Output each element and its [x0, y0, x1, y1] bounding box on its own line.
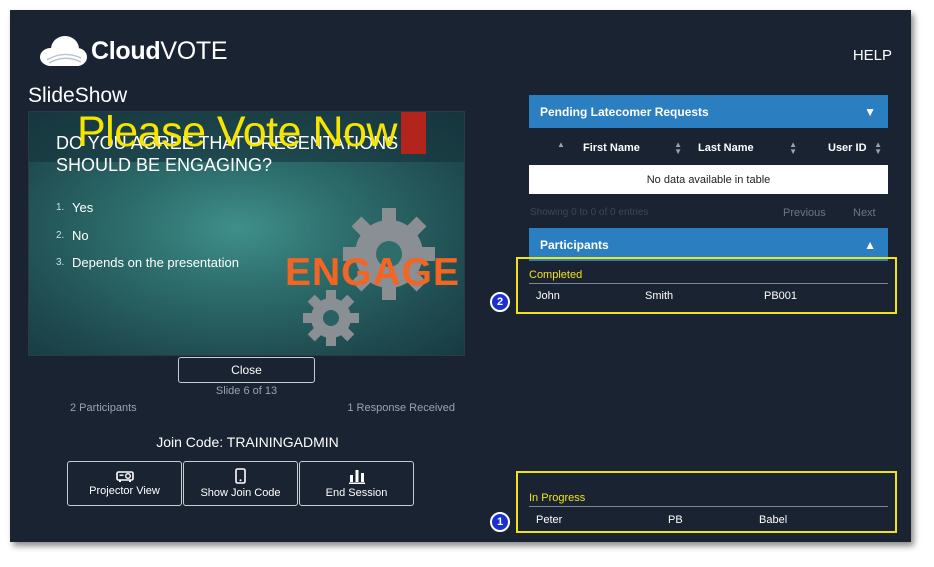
sort-up-icon: ▲ [557, 140, 565, 149]
participant-user-id: Babel [759, 514, 788, 526]
slide-preview: DO YOU AGREE THAT PRESENTATIONS SHOULD B… [28, 111, 465, 356]
responses-count: 1 Response Received [347, 402, 455, 414]
logo-text-light: VOTE [160, 36, 228, 65]
option-label: No [72, 227, 89, 243]
collapse-up-icon[interactable]: ▲ [864, 238, 876, 252]
sort-icon: ▲ ▼ [874, 140, 882, 156]
pending-latecomer-header[interactable]: Pending Latecomer Requests ▼ [529, 95, 888, 128]
mobile-phone-icon [235, 468, 246, 484]
pending-table-header: ▲ First Name ▲ ▼ Last Name ▲ ▼ User ID ▲ ▼ [529, 136, 888, 160]
logo-text: CloudVOTE [91, 36, 228, 66]
column-first-name[interactable]: First Name ▲ ▼ [573, 136, 688, 160]
sort-icon: ▲ ▼ [789, 140, 797, 156]
divider [529, 506, 888, 507]
completed-group: Completed John Smith PB001 [516, 257, 897, 314]
option-label: Depends on the presentation [72, 255, 239, 271]
projector-view-label: Projector View [89, 485, 160, 497]
participant-last-name: Smith [645, 290, 674, 302]
completed-label: Completed [529, 269, 583, 281]
cloud-logo-icon [37, 34, 89, 68]
column-sort-default[interactable]: ▲ [529, 136, 573, 160]
join-code: Join Code: TRAININGADMIN [156, 434, 339, 450]
session-actions: Projector View Show Join Code End Sessio… [67, 461, 414, 506]
callout-badge-1: 1 [490, 512, 510, 532]
slide-option: 3. Depends on the presentation [56, 249, 239, 277]
show-join-code-button[interactable]: Show Join Code [183, 461, 298, 506]
close-button[interactable]: Close [178, 357, 315, 383]
projector-view-button[interactable]: Projector View [67, 461, 182, 506]
page-title: SlideShow [28, 84, 128, 107]
slide-option: 1. Yes [56, 194, 239, 222]
participants-title: Participants [540, 237, 609, 252]
column-label: User ID [828, 142, 867, 154]
collapse-down-icon[interactable]: ▼ [864, 105, 876, 119]
end-session-button[interactable]: End Session [299, 461, 414, 506]
option-number: 1. [56, 202, 65, 214]
participant-user-id: PB001 [764, 290, 798, 302]
column-label: First Name [583, 142, 640, 154]
slide-counter: Slide 6 of 13 [215, 385, 278, 397]
column-last-name[interactable]: Last Name ▲ ▼ [688, 136, 803, 160]
show-join-code-label: Show Join Code [200, 487, 281, 499]
in-progress-group: In Progress Peter PB Babel [516, 471, 897, 533]
end-session-label: End Session [325, 486, 388, 499]
vote-now-overlay: Please Vote Now [77, 111, 397, 156]
slide-option: 2. No [56, 222, 239, 250]
cloudvote-logo: CloudVOTE [37, 34, 228, 68]
empty-table-message: No data available in table [529, 165, 888, 194]
option-number: 2. [56, 229, 65, 241]
option-number: 3. [56, 257, 65, 269]
participant-last-name: PB [668, 514, 683, 526]
previous-page-button[interactable]: Previous [783, 207, 826, 219]
pending-latecomer-title: Pending Latecomer Requests [540, 104, 709, 119]
bar-chart-icon [348, 469, 365, 484]
divider [529, 283, 888, 284]
next-page-button[interactable]: Next [853, 207, 876, 219]
slide-options: 1. Yes 2. No 3. Depends on the presentation [56, 194, 239, 277]
column-user-id[interactable]: User ID ▲ ▼ [803, 136, 888, 160]
sort-icon: ▲ ▼ [674, 140, 682, 156]
engage-word: ENGAGE [285, 251, 461, 294]
option-label: Yes [72, 200, 94, 216]
app-window: CloudVOTE HELP SlideShow DO YOU AGREE TH… [10, 10, 911, 542]
help-link[interactable]: HELP [853, 47, 892, 64]
logo-text-bold: Cloud [91, 36, 161, 65]
participants-count: 2 Participants [70, 402, 137, 414]
projector-icon [115, 471, 134, 482]
participant-first-name: Peter [536, 514, 563, 526]
participant-first-name: John [536, 290, 560, 302]
column-label: Last Name [698, 142, 754, 154]
in-progress-label: In Progress [529, 492, 586, 504]
callout-badge-2: 2 [490, 292, 510, 312]
table-info: Showing 0 to 0 of 0 entries [530, 207, 649, 218]
